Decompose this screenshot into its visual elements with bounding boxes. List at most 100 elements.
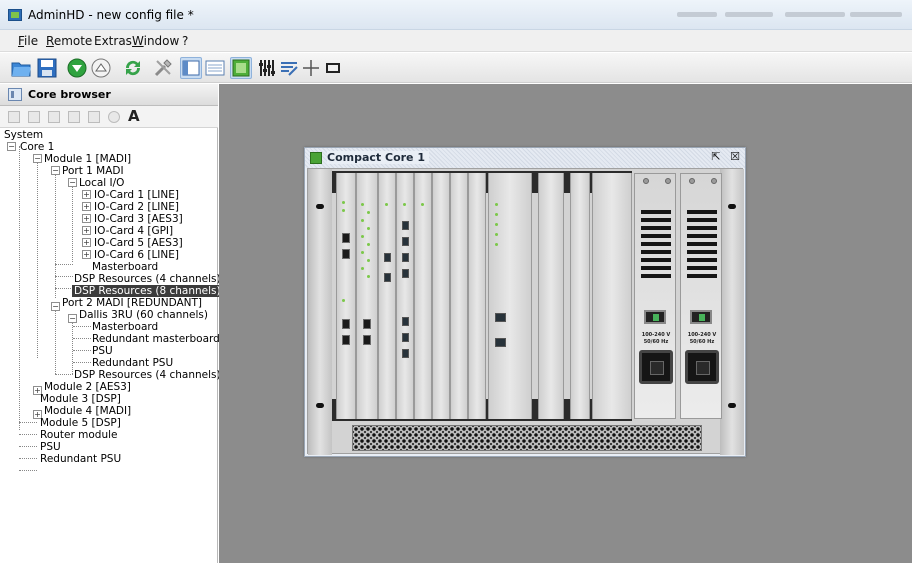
power-switch[interactable] (690, 310, 712, 324)
tree-node-module-3[interactable]: Module 3 [DSP] (40, 393, 121, 405)
expand-toggle-icon[interactable]: + (82, 214, 91, 223)
save-icon[interactable] (36, 57, 58, 79)
core-browser-toolbar: A (0, 106, 218, 128)
expand-toggle-icon[interactable]: + (82, 190, 91, 199)
screw (643, 178, 649, 184)
menu-extras[interactable]: Extras (94, 34, 132, 48)
power-switch[interactable] (644, 310, 666, 324)
blurred-title-text (850, 12, 902, 17)
io-connector (402, 237, 409, 246)
routing-icon[interactable] (278, 57, 300, 79)
tree-node-io-card-5[interactable]: IO-Card 5 [AES3] (94, 237, 183, 249)
empty-slot (450, 173, 468, 419)
tree-node-dallis-masterboard[interactable]: Masterboard (92, 321, 158, 333)
copy-icon[interactable] (48, 111, 60, 123)
crosshair-icon[interactable] (300, 57, 322, 79)
vent-slot (641, 258, 671, 262)
collapse-toggle-icon[interactable]: − (68, 178, 77, 187)
status-led (495, 203, 498, 206)
tree-node-redundant-psu[interactable]: Redundant PSU (40, 453, 121, 465)
open-folder-icon[interactable] (10, 57, 32, 79)
menu-remote[interactable]: Remote (46, 34, 92, 48)
tree-node-io-card-3[interactable]: IO-Card 3 [AES3] (94, 213, 183, 225)
font-icon[interactable]: A (128, 107, 140, 125)
tree-node-redundant-masterboard[interactable]: Redundant masterboard (92, 333, 220, 345)
status-led (361, 203, 364, 206)
close-button[interactable]: ☒ (728, 151, 742, 164)
expand-icon[interactable] (28, 111, 40, 123)
core-browser-view-icon[interactable] (180, 57, 202, 79)
menu-help[interactable]: ? (182, 34, 188, 48)
compact-core-window[interactable]: Compact Core 1 ⇱ ☒ 100-240 V 50/60 Hz 10… (304, 147, 746, 457)
menu-window[interactable]: Window (132, 34, 179, 48)
redundant-psu-module[interactable]: 100-240 V 50/60 Hz (680, 173, 722, 419)
tree-node-module-1[interactable]: Module 1 [MADI] (44, 153, 131, 165)
io-card-slot-3[interactable] (378, 173, 396, 419)
vent-slot (641, 274, 671, 278)
tree-node-dallis-3ru[interactable]: Dallis 3RU (60 channels) (79, 309, 208, 321)
download-icon[interactable] (66, 57, 88, 79)
core-browser-panel: Core browser A − − − − + + + + + + − − +… (0, 84, 223, 563)
list-view-icon[interactable] (204, 57, 226, 79)
compact-core-title-bar[interactable]: Compact Core 1 ⇱ ☒ (305, 148, 745, 168)
tree-node-io-card-4[interactable]: IO-Card 4 [GPI] (94, 225, 173, 237)
tree-node-port-1[interactable]: Port 1 MADI (62, 165, 124, 177)
tree-node-module-5[interactable]: Module 5 [DSP] (40, 417, 121, 429)
restore-button[interactable]: ⇱ (709, 151, 723, 164)
tree-node-system[interactable]: System (4, 129, 43, 141)
mixer-view-icon[interactable] (230, 57, 252, 79)
tools-icon[interactable] (152, 57, 174, 79)
tree-node-module-2[interactable]: Module 2 [AES3] (44, 381, 131, 393)
tree-node-io-card-1[interactable]: IO-Card 1 [LINE] (94, 189, 179, 201)
tree-node-router-module[interactable]: Router module (40, 429, 117, 441)
faders-icon[interactable] (256, 57, 278, 79)
upload-icon[interactable] (90, 57, 112, 79)
paste-icon[interactable] (68, 111, 80, 123)
io-card-slot-1[interactable] (336, 173, 356, 419)
menu-file[interactable]: File (18, 34, 38, 48)
expand-toggle-icon[interactable]: + (82, 238, 91, 247)
tree-line (55, 374, 73, 375)
expand-toggle-icon[interactable]: + (82, 250, 91, 259)
menu-bar: File Remote Extras Window ? (0, 30, 912, 52)
tree-node-io-card-2[interactable]: IO-Card 2 [LINE] (94, 201, 179, 213)
collapse-toggle-icon[interactable]: − (7, 142, 16, 151)
power-inlet (639, 350, 673, 384)
tree-node-dallis-psu[interactable]: PSU (92, 345, 113, 357)
redundant-masterboard-card[interactable] (538, 173, 564, 419)
psu-module[interactable]: 100-240 V 50/60 Hz (634, 173, 676, 419)
tree-node-dsp-resources-8-selected[interactable]: DSP Resources (8 channels) (72, 285, 223, 297)
disable-icon[interactable] (108, 111, 120, 123)
status-led (495, 213, 498, 216)
tree-node-masterboard[interactable]: Masterboard (92, 261, 158, 273)
workspace-area: Compact Core 1 ⇱ ☒ 100-240 V 50/60 Hz 10… (219, 84, 912, 563)
tree-node-core-1[interactable]: Core 1 (20, 141, 54, 153)
tree-node-dsp-resources-4b[interactable]: DSP Resources (4 channels) (74, 369, 221, 381)
expand-toggle-icon[interactable]: + (82, 226, 91, 235)
tree-line (19, 146, 20, 430)
collapse-toggle-icon[interactable]: − (68, 314, 77, 323)
collapse-toggle-icon[interactable]: − (51, 302, 60, 311)
tree-node-dsp-resources-4[interactable]: DSP Resources (4 channels) (74, 273, 221, 285)
tree-node-port-2[interactable]: Port 2 MADI [REDUNDANT] (62, 297, 202, 309)
new-icon[interactable] (88, 111, 100, 123)
expand-toggle-icon[interactable]: + (82, 202, 91, 211)
collapse-toggle-icon[interactable]: − (33, 154, 42, 163)
status-led (495, 243, 498, 246)
io-card-slot-5[interactable] (414, 173, 432, 419)
ethernet-port (495, 338, 506, 347)
io-card-slot-4[interactable] (396, 173, 414, 419)
monitor-icon[interactable] (322, 57, 344, 79)
vent-slot (687, 258, 717, 262)
collapse-icon[interactable] (8, 111, 20, 123)
tree-node-dallis-redundant-psu[interactable]: Redundant PSU (92, 357, 173, 369)
refresh-icon[interactable] (122, 57, 144, 79)
masterboard-card[interactable] (488, 173, 532, 419)
tree-line (19, 470, 37, 471)
io-card-slot-2[interactable] (356, 173, 378, 419)
tree-node-psu[interactable]: PSU (40, 441, 61, 453)
collapse-toggle-icon[interactable]: − (51, 166, 60, 175)
tree-node-local-io[interactable]: Local I/O (79, 177, 124, 189)
tree-node-module-4[interactable]: Module 4 [MADI] (44, 405, 131, 417)
tree-node-io-card-6[interactable]: IO-Card 6 [LINE] (94, 249, 179, 261)
